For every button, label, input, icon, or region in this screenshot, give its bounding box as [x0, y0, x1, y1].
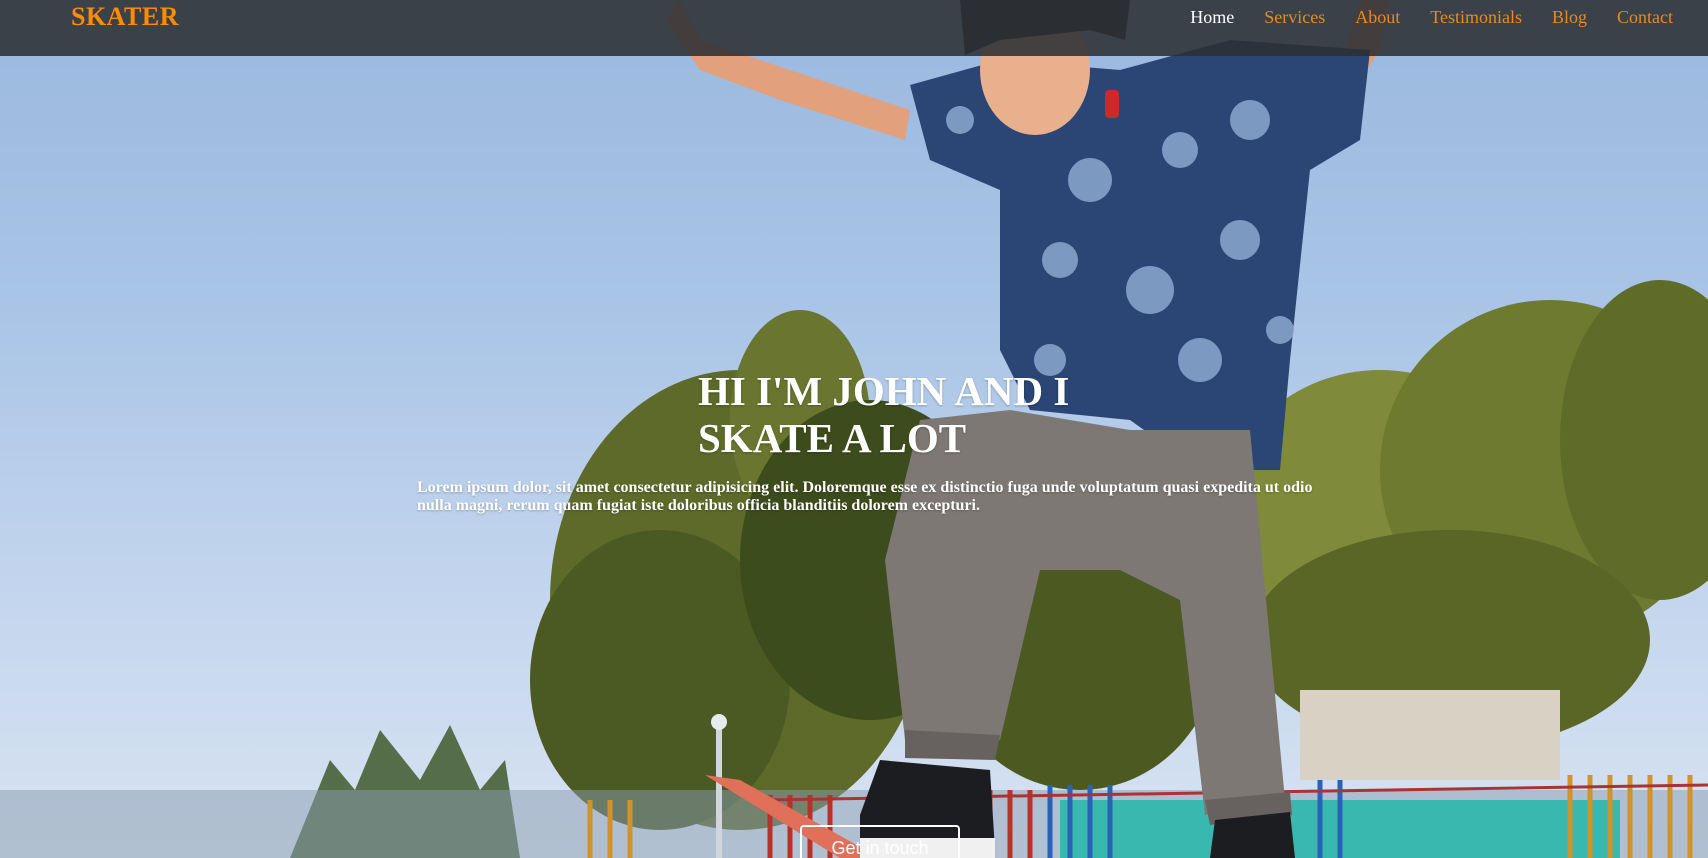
nav-link-services[interactable]: Services: [1249, 0, 1340, 34]
lamp-post: [716, 720, 722, 858]
nav-link-contact[interactable]: Contact: [1602, 0, 1688, 34]
hero-lead-text: Lorem ipsum dolor, sit amet consectetur …: [417, 479, 1313, 514]
navbar: SKATER Home Services About Testimonials …: [0, 0, 1708, 56]
brand-logo[interactable]: SKATER: [71, 0, 179, 34]
nav-link-home[interactable]: Home: [1175, 0, 1249, 34]
building: [1300, 690, 1560, 780]
nav-link-testimonials[interactable]: Testimonials: [1415, 0, 1537, 34]
hero-headline: HI I'M JOHN AND I SKATE A LOT: [698, 368, 1070, 461]
nav-link-about[interactable]: About: [1340, 0, 1415, 34]
main-nav: Home Services About Testimonials Blog Co…: [1175, 0, 1688, 34]
get-in-touch-button[interactable]: Get in touch: [800, 825, 960, 858]
trees-right: [1220, 280, 1708, 750]
nav-link-blog[interactable]: Blog: [1537, 0, 1602, 34]
